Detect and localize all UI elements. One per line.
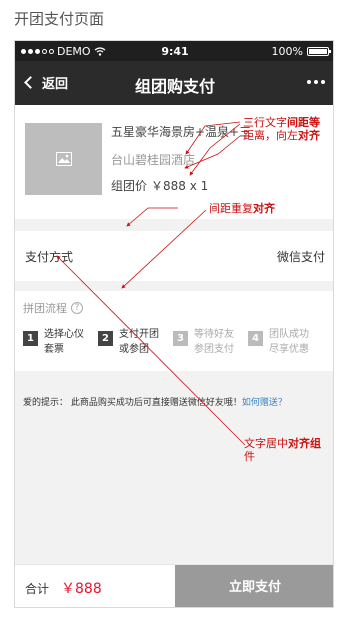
more-icon[interactable] [307,80,325,84]
nav-bar: 返回 组团购支付 [15,61,333,105]
page-heading: 开团支付页面 [14,10,105,28]
annotation-spacing: 间距重复对齐 [209,202,275,215]
status-bar: DEMO 9:41 100% [15,41,333,61]
annotation-center-align: 文字居中对齐组 件 [244,437,321,463]
step-number: 3 [173,331,188,346]
annotation-text: 三行文字 [243,116,287,129]
group-price: 组团价 ￥888 x 1 [111,177,208,194]
flow-step-4: 4 团队成功尽享优惠 [248,327,316,357]
flow-step-1: 1 选择心仪套票 [23,327,91,357]
step-text: 或参团 [119,344,149,355]
step-text: 选择心仪 [44,329,84,340]
checkout-bar: 合计 ￥888 立即支付 [15,564,333,607]
total-amount: ￥888 [61,581,102,597]
how-to-gift-link[interactable]: 如何赠送？ [242,398,287,408]
annotation-text: 间距重复 [209,202,253,215]
pay-now-button[interactable]: 立即支付 [175,565,333,607]
flow-step-2: 2 支付开团或参团 [98,327,166,357]
battery-icon [307,47,331,56]
image-placeholder-icon [55,152,72,166]
page-title: 组团购支付 [134,77,215,96]
step-text: 支付开团 [119,329,159,340]
step-text: 等待好友 [194,329,234,340]
step-number: 4 [248,331,263,346]
annotation-text: 文字居中 [244,437,288,450]
tip-text: 爱的提示： 此商品购买成功后可直接赠送微信好友哦！ [23,398,242,408]
annotation-text: 对齐 [253,202,275,215]
step-text: 套票 [44,344,64,355]
annotation-text: 件 [244,450,255,463]
group-price-value: ￥888 x 1 [151,179,209,193]
step-text: 团队成功 [269,329,309,340]
payment-method-value: 微信支付 [276,250,325,264]
total-label: 合计 [25,582,50,596]
hotel-name: 台山碧桂园酒店 [111,153,196,167]
payment-method-row[interactable]: 支付方式 微信支付 [15,231,333,281]
annotation-text: 对齐组 [288,437,321,450]
help-icon[interactable]: ? [71,302,83,314]
battery-percent: 100% [271,45,303,58]
annotation-text: 距离，向左 [243,129,298,142]
annotation-text: 对齐 [298,129,320,142]
group-price-label: 组团价 [111,179,148,193]
flow-title: 拼团流程 [23,302,67,315]
step-text: 参团支付 [194,344,234,355]
step-number: 2 [98,331,113,346]
annotation-text-alignment: 三行文字间距等 距离，向左对齐 [243,116,320,142]
payment-method-label: 支付方式 [25,250,74,264]
step-number: 1 [23,331,38,346]
group-buy-flow: 拼团流程 ? 1 选择心仪套票 2 支付开团或参团 3 等待好友参团支付 4 团… [15,291,333,371]
step-text: 尽享优惠 [269,344,309,355]
flow-step-3: 3 等待好友参团支付 [173,327,241,357]
annotation-text: 间距等 [287,116,320,129]
product-name: 五星豪华海景房+温泉+三 [111,125,252,139]
gift-tip: 爱的提示： 此商品购买成功后可直接赠送微信好友哦！如何赠送？ [23,395,287,408]
product-thumbnail [25,123,102,195]
